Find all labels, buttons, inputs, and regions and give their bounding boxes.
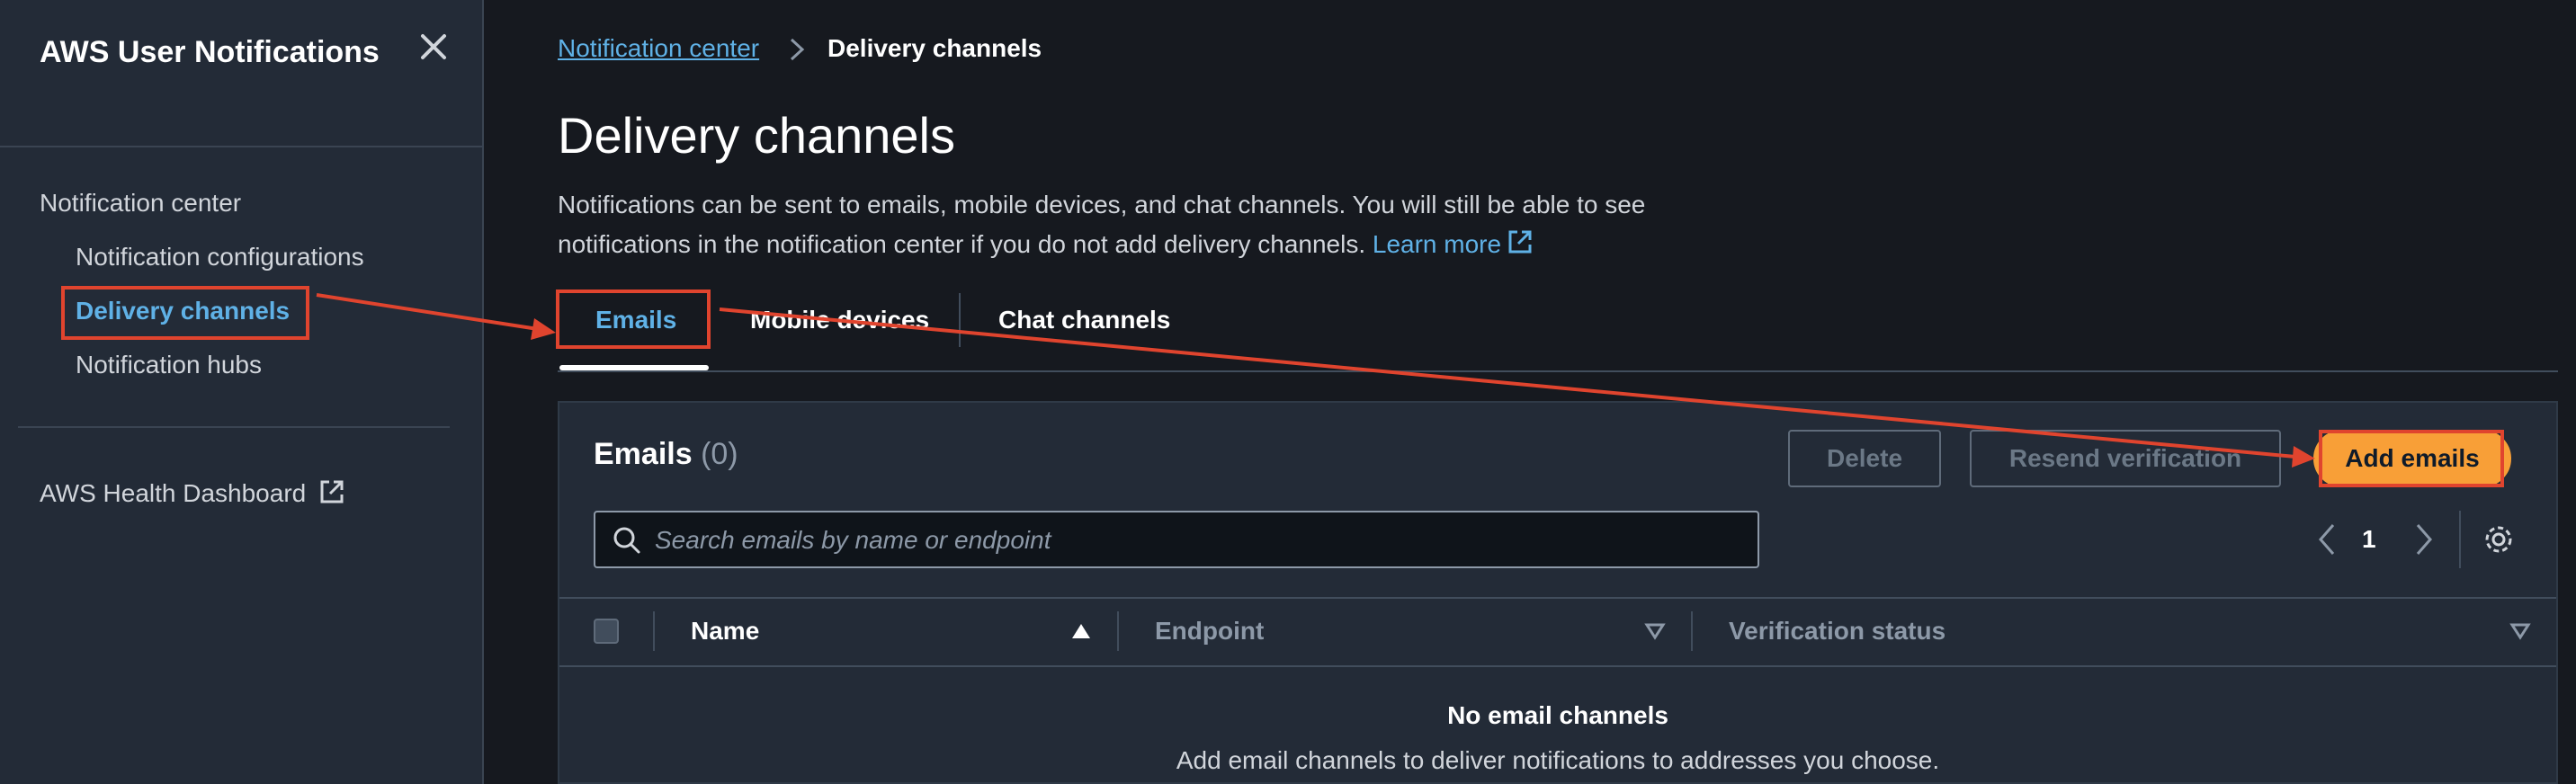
column-divider	[1691, 611, 1693, 651]
search-icon	[613, 527, 640, 554]
tab-divider	[959, 293, 961, 347]
column-divider	[1117, 611, 1119, 651]
learn-more-link[interactable]: Learn more	[1373, 230, 1534, 258]
sidebar-item-aws-health-dashboard[interactable]: AWS Health Dashboard	[40, 478, 345, 508]
select-all-checkbox[interactable]	[594, 619, 619, 644]
health-dashboard-label: AWS Health Dashboard	[40, 479, 307, 507]
sidebar-divider	[0, 146, 484, 147]
sidebar-item-notification-center[interactable]: Notification center	[40, 189, 241, 218]
delete-button[interactable]: Delete	[1788, 430, 1941, 487]
empty-state-title: No email channels	[1447, 701, 1668, 729]
chevron-right-icon	[790, 38, 805, 61]
sidebar-item-notification-configurations[interactable]: Notification configurations	[76, 243, 364, 272]
breadcrumb-current: Delivery channels	[827, 34, 1042, 62]
search-input[interactable]	[653, 512, 1736, 568]
learn-more-label: Learn more	[1372, 230, 1502, 258]
external-link-icon	[320, 480, 344, 503]
sort-icon[interactable]	[1644, 622, 1666, 640]
column-divider	[653, 611, 655, 651]
search-field	[594, 511, 1759, 568]
empty-state-description: Add email channels to deliver notificati…	[1176, 746, 1940, 774]
emails-title: Emails	[594, 437, 693, 471]
page-title: Delivery channels	[558, 107, 955, 164]
sort-icon[interactable]	[2509, 622, 2531, 640]
sidebar: AWS User Notifications Notification cent…	[0, 0, 484, 784]
sidebar-item-notification-hubs[interactable]: Notification hubs	[76, 351, 262, 379]
add-emails-button[interactable]: Add emails	[2313, 430, 2511, 487]
tab-emails[interactable]: Emails	[595, 306, 676, 334]
tab-mobile-devices[interactable]: Mobile devices	[750, 306, 929, 334]
sidebar-title: AWS User Notifications	[40, 35, 380, 69]
pager-divider	[2459, 511, 2461, 568]
page-description: Notifications can be sent to emails, mob…	[558, 185, 1655, 264]
emails-panel-title: Emails (0)	[594, 437, 738, 472]
sort-ascending-icon[interactable]	[1070, 622, 1092, 640]
column-endpoint-header[interactable]: Endpoint	[1155, 617, 1264, 646]
column-verification-status-header[interactable]: Verification status	[1729, 617, 1945, 646]
resend-verification-button[interactable]: Resend verification	[1970, 430, 2281, 487]
sidebar-item-delivery-channels[interactable]: Delivery channels	[76, 297, 290, 325]
close-icon[interactable]	[417, 31, 450, 63]
tabs-divider	[558, 370, 2558, 372]
sidebar-divider	[18, 426, 450, 428]
emails-count: (0)	[701, 437, 738, 471]
tab-chat-channels[interactable]: Chat channels	[998, 306, 1170, 334]
chevron-left-icon[interactable]	[2313, 520, 2340, 559]
gear-icon[interactable]	[2481, 521, 2517, 557]
external-link-icon	[1508, 230, 1532, 254]
breadcrumb-notification-center[interactable]: Notification center	[558, 34, 759, 63]
chevron-right-icon[interactable]	[2411, 520, 2437, 559]
page-number[interactable]: 1	[2362, 525, 2376, 554]
table-header	[559, 597, 2556, 667]
column-name-header[interactable]: Name	[691, 617, 759, 646]
